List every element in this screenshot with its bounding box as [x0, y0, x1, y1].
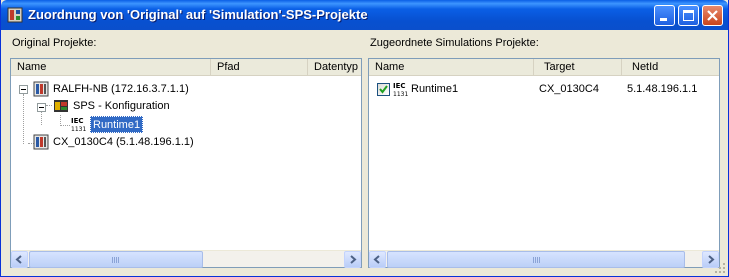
expand-toggle-sps-konfiguration[interactable] — [37, 103, 46, 112]
scroll-left-button[interactable] — [11, 251, 28, 268]
maximize-button[interactable] — [678, 5, 699, 26]
scroll-thumb[interactable] — [29, 251, 203, 268]
tree-item-sps-konfiguration[interactable]: SPS - Konfiguration — [73, 98, 170, 115]
column-header-pfad[interactable]: Pfad — [211, 59, 308, 76]
iec-1131-icon: IEC 1131 — [71, 117, 86, 132]
scroll-thumb[interactable] — [387, 251, 685, 268]
minimize-button[interactable] — [654, 5, 675, 26]
dialog-window: Zuordnung von 'Original' auf 'Simulation… — [0, 0, 729, 277]
arrow-left-icon — [15, 255, 22, 264]
column-header-datentyp[interactable]: Datentyp — [308, 59, 362, 76]
svg-text:1131: 1131 — [393, 91, 408, 97]
original-projects-header: Name Pfad Datentyp — [11, 59, 361, 76]
window-title: Zuordnung von 'Original' auf 'Simulation… — [28, 7, 368, 22]
checkmark-icon — [379, 85, 388, 94]
arrow-right-icon — [350, 255, 357, 264]
right-horizontal-scrollbar[interactable] — [369, 250, 719, 268]
plc-device-icon — [33, 81, 49, 97]
list-item-netid: 5.1.48.196.1.1 — [627, 83, 698, 95]
tree-item-cx-0130c4[interactable]: CX_0130C4 (5.1.48.196.1.1) — [53, 134, 194, 151]
simulation-projects-list[interactable]: Name Target NetId IEC 1131 Runtime1 CX_0… — [368, 58, 720, 268]
scroll-left-button[interactable] — [369, 251, 386, 268]
app-icon — [7, 7, 23, 23]
arrow-left-icon — [373, 255, 380, 264]
runtime1-checkbox[interactable] — [377, 83, 390, 96]
left-horizontal-scrollbar[interactable] — [11, 250, 361, 268]
resize-grip-icon[interactable] — [714, 262, 726, 274]
plc-device-icon — [33, 134, 49, 150]
expand-toggle-ralfh[interactable] — [19, 85, 28, 94]
close-icon — [707, 10, 718, 21]
column-header-name[interactable]: Name — [369, 59, 534, 76]
minimize-icon — [660, 18, 667, 21]
list-item-target: CX_0130C4 — [539, 83, 599, 95]
svg-text:1131: 1131 — [71, 126, 86, 132]
tree-item-ralfh[interactable]: RALFH-NB (172.16.3.7.1.1) — [53, 81, 189, 98]
list-item-name[interactable]: Runtime1 — [411, 81, 458, 98]
svg-text:IEC: IEC — [393, 82, 406, 90]
title-bar[interactable]: Zuordnung von 'Original' auf 'Simulation… — [1, 0, 728, 30]
original-projects-tree[interactable]: Name Pfad Datentyp RALFH-NB (172.16.3.7.… — [10, 58, 362, 268]
maximize-icon — [683, 10, 694, 21]
simulation-projects-label: Zugeordnete Simulations Projekte: — [370, 37, 539, 49]
column-header-netid[interactable]: NetId — [622, 59, 721, 76]
plc-config-icon — [54, 100, 68, 112]
column-header-target[interactable]: Target — [534, 59, 622, 76]
iec-1131-icon: IEC 1131 — [393, 82, 408, 97]
simulation-projects-header: Name Target NetId — [369, 59, 719, 76]
svg-text:IEC: IEC — [71, 117, 84, 125]
scroll-right-button[interactable] — [344, 251, 361, 268]
column-header-name[interactable]: Name — [11, 59, 211, 76]
close-button[interactable] — [702, 5, 723, 26]
original-projects-label: Original Projekte: — [12, 37, 97, 49]
tree-item-runtime1[interactable]: Runtime1 — [90, 116, 144, 133]
